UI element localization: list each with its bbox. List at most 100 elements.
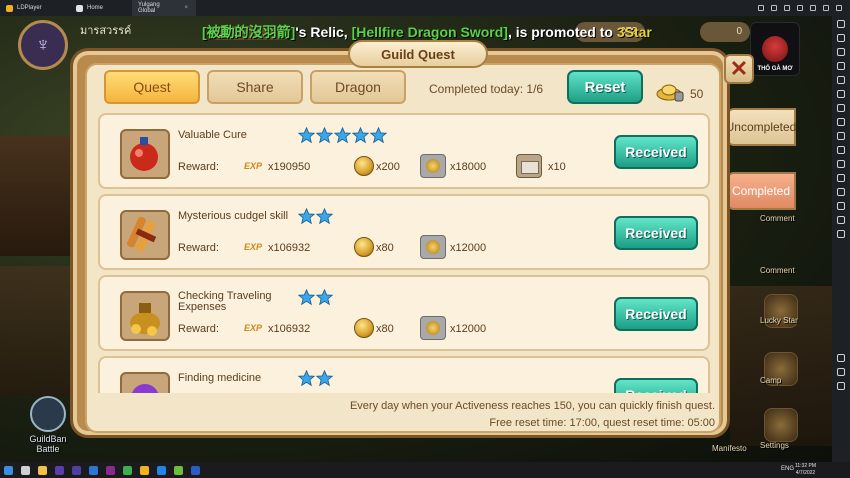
photoshop-icon[interactable]: [89, 465, 98, 475]
sync-icon[interactable]: [837, 202, 845, 210]
rotate-icon[interactable]: [837, 104, 845, 112]
file-explorer-icon[interactable]: [38, 465, 47, 475]
logo-text: THỎ GÀ MƠ: [757, 66, 793, 72]
window-controls: [758, 5, 850, 11]
quest-list[interactable]: Valuable Cure Reward: EXP x190950 x200 x…: [98, 113, 710, 393]
comment-label[interactable]: Comment: [760, 214, 795, 223]
app-icon[interactable]: [174, 465, 183, 475]
close-icon: ✕: [729, 56, 749, 81]
recent-apps-icon[interactable]: [837, 382, 845, 390]
quest-name: Finding medicine: [178, 372, 262, 384]
manifesto-label[interactable]: Manifesto: [712, 444, 747, 453]
reset-button[interactable]: Reset: [567, 70, 643, 104]
broadcast-player: [被動的沒羽箭]: [202, 24, 296, 40]
premiere-icon[interactable]: [72, 465, 81, 475]
settings-label: Settings: [760, 441, 789, 450]
book-reward: x10: [548, 161, 566, 173]
windows-start-icon[interactable]: [4, 465, 13, 475]
tab-yulgang[interactable]: Yulgang Global ×: [0, 0, 832, 462]
word-icon[interactable]: [191, 465, 200, 475]
shake-icon[interactable]: [837, 230, 845, 238]
coin-reward: x200: [376, 161, 400, 173]
broadcast-item: [Hellfire Dragon Sword]: [351, 24, 508, 40]
mail-icon[interactable]: [784, 5, 790, 11]
broadcast-message: [被動的沒羽箭]'s Relic, [Hellfire Dragon Sword…: [202, 22, 652, 42]
exp-reward: x190950: [268, 161, 311, 173]
ldplayer-taskbar-icon[interactable]: [140, 465, 149, 475]
quest-name: Mysterious cudgel skill: [178, 210, 289, 222]
star-icon: [298, 208, 315, 225]
quest-row: Mysterious cudgel skill Reward: EXP x106…: [98, 194, 710, 270]
premiere-rush-icon[interactable]: [106, 465, 115, 475]
token-reward: x12000: [450, 242, 487, 254]
coin-reward: x80: [376, 242, 394, 254]
cudgel-scroll-icon: [120, 210, 170, 260]
folder-icon[interactable]: [837, 188, 845, 196]
clock[interactable]: 11:32 PM 4/7/2022: [795, 463, 816, 477]
quest-row: Checking Traveling Expenses Reward: EXP …: [98, 275, 710, 351]
gamepad-icon[interactable]: [758, 5, 764, 11]
received-button[interactable]: Received: [614, 297, 698, 331]
keyboard-icon[interactable]: [837, 34, 845, 42]
tab-dragon[interactable]: Dragon: [310, 70, 406, 104]
search-icon[interactable]: [21, 465, 30, 475]
tab-ldplayer[interactable]: LDPlayer: [0, 0, 70, 16]
volume-up-icon[interactable]: [837, 62, 845, 70]
settings-gear-icon[interactable]: [837, 20, 845, 28]
close-button[interactable]: ✕: [724, 54, 754, 84]
logo-mascot-icon: [762, 36, 788, 62]
currency-pill-2: 0: [700, 22, 750, 42]
fullscreen-icon[interactable]: [837, 90, 845, 98]
home-nav-icon[interactable]: [837, 368, 845, 376]
chrome-icon[interactable]: [123, 465, 132, 475]
screenshot-icon[interactable]: [837, 118, 845, 126]
star-icon: [352, 127, 369, 144]
settings-icon[interactable]: [764, 408, 798, 442]
record-icon[interactable]: [837, 132, 845, 140]
after-effects-icon[interactable]: [55, 465, 64, 475]
exp-icon: EXP: [244, 242, 263, 252]
maximize-icon[interactable]: [823, 5, 829, 11]
back-icon[interactable]: [837, 354, 845, 362]
star-rating: [298, 289, 333, 306]
comment-label-2[interactable]: Comment: [760, 266, 795, 275]
tab-share[interactable]: Share: [207, 70, 303, 104]
minimize-icon[interactable]: [810, 5, 816, 11]
coin-icon: [354, 156, 374, 176]
close-window-icon[interactable]: [836, 5, 842, 11]
location-icon[interactable]: [837, 216, 845, 224]
received-button[interactable]: Received: [614, 378, 698, 393]
token-icon: [420, 316, 446, 340]
player-name: มารสวรรค์: [80, 25, 132, 37]
coin-icon: [354, 318, 374, 338]
cut-icon[interactable]: [837, 146, 845, 154]
video-icon[interactable]: [837, 160, 845, 168]
player-avatar[interactable]: ♆: [18, 20, 68, 70]
volume-down-icon[interactable]: [837, 76, 845, 84]
messenger-icon[interactable]: [157, 465, 166, 475]
apk-icon[interactable]: [837, 174, 845, 182]
close-tab-icon[interactable]: ×: [184, 5, 188, 11]
received-button[interactable]: Received: [614, 135, 698, 169]
exp-reward: x106932: [268, 323, 311, 335]
screen-icon[interactable]: [837, 48, 845, 56]
reward-label: Reward:: [178, 323, 219, 335]
tab-completed[interactable]: Completed: [726, 172, 796, 210]
menu-icon[interactable]: [797, 5, 803, 11]
user-icon[interactable]: [771, 5, 777, 11]
camp-label: Camp: [760, 376, 782, 385]
reward-label: Reward:: [178, 242, 219, 254]
guild-emblem-icon: ♆: [35, 33, 51, 56]
tab-home[interactable]: Home: [70, 0, 132, 16]
token-reward: x18000: [450, 161, 487, 173]
title-bar: LDPlayer Home Yulgang Global ×: [0, 0, 850, 462]
language-indicator[interactable]: ENG: [781, 466, 794, 472]
tab-quest[interactable]: Quest: [104, 70, 200, 104]
potion-icon: [120, 129, 170, 179]
star-icon: [370, 127, 387, 144]
tab-uncompleted[interactable]: Uncompleted: [726, 108, 796, 146]
received-button[interactable]: Received: [614, 216, 698, 250]
coin-reward: x80: [376, 323, 394, 335]
guildban-battle-button[interactable]: GuildBan Battle: [18, 396, 78, 454]
reward-label: Reward:: [178, 161, 219, 173]
